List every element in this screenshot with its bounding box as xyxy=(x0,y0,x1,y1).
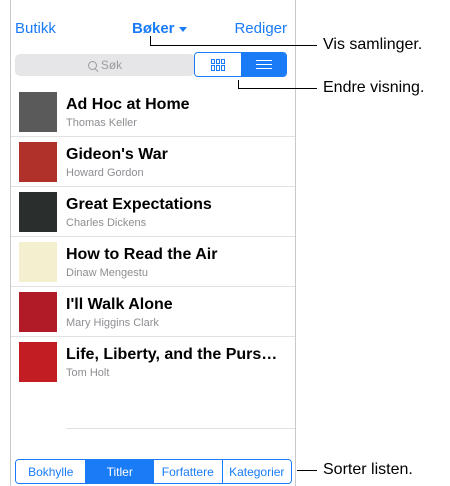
book-author: Howard Gordon xyxy=(66,167,144,179)
phone-screen: Butikk Bøker Rediger Søk Ad Hoc at Home T… xyxy=(10,0,296,486)
callout-leader xyxy=(150,45,317,46)
sort-tab[interactable]: Bokhylle xyxy=(16,460,86,483)
list-item[interactable]: Great Expectations Charles Dickens xyxy=(11,187,295,237)
callout-collections: Vis samlinger. xyxy=(323,36,423,53)
book-cover-image xyxy=(19,192,57,232)
book-title: How to Read the Air xyxy=(66,246,218,263)
navigation-bar: Butikk Bøker Rediger xyxy=(11,0,295,48)
sort-control: Bokhylle Titler Forfattere Kategorier xyxy=(15,459,292,484)
list-item[interactable]: How to Read the Air Dinaw Mengestu xyxy=(11,237,295,287)
book-cover-image xyxy=(19,242,57,282)
view-toggle xyxy=(194,52,287,77)
sort-tab[interactable]: Titler xyxy=(85,460,153,483)
callout-leader xyxy=(297,470,317,471)
sort-tab[interactable]: Kategorier xyxy=(221,460,291,483)
collections-label: Bøker xyxy=(132,20,175,37)
search-placeholder: Søk xyxy=(100,58,123,72)
search-field[interactable]: Søk xyxy=(15,54,195,76)
list-icon xyxy=(255,59,272,71)
divider xyxy=(66,428,295,429)
book-cover-image xyxy=(19,92,57,132)
book-title: Gideon's War xyxy=(66,146,168,163)
grid-icon xyxy=(210,58,225,71)
book-list: Ad Hoc at Home Thomas Keller Gideon's War H… xyxy=(11,87,295,386)
callout-change-view: Endre visning. xyxy=(323,79,425,96)
store-button[interactable]: Butikk xyxy=(15,20,56,37)
book-author: Tom Holt xyxy=(66,367,110,379)
book-title: Ad Hoc at Home xyxy=(66,96,190,113)
book-author: Dinaw Mengestu xyxy=(66,267,148,279)
sort-tab[interactable]: Forfattere xyxy=(153,460,222,483)
list-item[interactable]: Gideon's War Howard Gordon xyxy=(11,137,295,187)
book-cover-image xyxy=(19,292,57,332)
list-item[interactable]: Life, Liberty, and the Purs… Tom Holt xyxy=(11,337,295,386)
book-cover-image xyxy=(19,142,57,182)
book-title: I'll Walk Alone xyxy=(66,296,173,313)
collections-menu[interactable]: Bøker xyxy=(132,20,187,37)
callout-leader xyxy=(238,88,317,89)
book-author: Charles Dickens xyxy=(66,217,147,229)
callout-sort: Sorter listen. xyxy=(323,461,413,478)
chevron-down-icon xyxy=(178,26,187,32)
grid-view-button[interactable] xyxy=(195,53,241,76)
search-icon xyxy=(87,61,97,70)
list-item[interactable]: Ad Hoc at Home Thomas Keller xyxy=(11,87,295,137)
list-view-button[interactable] xyxy=(240,53,286,76)
edit-button[interactable]: Rediger xyxy=(234,20,287,37)
book-author: Mary Higgins Clark xyxy=(66,317,159,329)
book-author: Thomas Keller xyxy=(66,117,137,129)
book-title: Life, Liberty, and the Purs… xyxy=(66,346,278,363)
book-cover-image xyxy=(19,342,57,382)
list-item[interactable]: I'll Walk Alone Mary Higgins Clark xyxy=(11,287,295,337)
book-title: Great Expectations xyxy=(66,196,212,213)
